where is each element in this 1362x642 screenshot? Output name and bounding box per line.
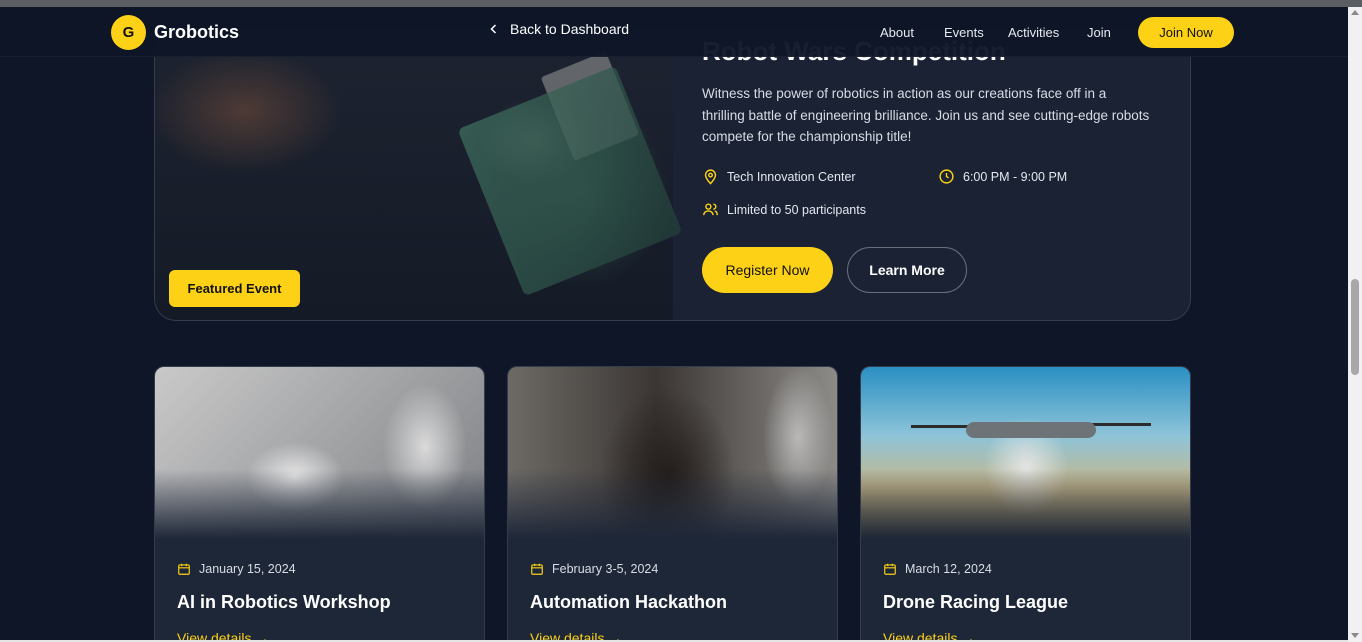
featured-event-description: Witness the power of robotics in action … — [702, 86, 1150, 144]
image-circuit-board — [457, 65, 683, 297]
scroll-up-icon[interactable] — [1351, 10, 1359, 15]
event-card-title: Automation Hackathon — [530, 592, 728, 612]
event-time: 6:00 PM - 9:00 PM — [938, 168, 1067, 185]
calendar-icon — [178, 563, 190, 575]
chevron-left-icon — [490, 24, 497, 34]
location-text: Tech Innovation Center — [727, 169, 856, 184]
event-card-image — [155, 367, 484, 539]
time-text: 6:00 PM - 9:00 PM — [963, 169, 1068, 184]
nav-link-events[interactable]: Events — [944, 25, 984, 40]
join-now-button[interactable]: Join Now — [1138, 17, 1234, 48]
scroll-down-icon[interactable] — [1351, 633, 1359, 638]
event-card-date: March 12, 2024 — [883, 562, 992, 576]
users-icon — [703, 203, 718, 216]
nav-link-about[interactable]: About — [880, 25, 914, 40]
featured-event-card: Featured Event Robot Wars Competition Wi… — [154, 30, 1191, 321]
learn-more-button[interactable]: Learn More — [847, 247, 967, 293]
vertical-scrollbar[interactable] — [1348, 7, 1362, 642]
calendar-icon — [884, 563, 896, 575]
event-date-text: February 3-5, 2024 — [552, 562, 659, 576]
nav-link-activities[interactable]: Activities — [1008, 25, 1059, 40]
back-link-label: Back to Dashboard — [510, 21, 630, 37]
event-card-image — [861, 367, 1190, 539]
event-date-text: March 12, 2024 — [905, 562, 992, 576]
featured-badge: Featured Event — [169, 270, 300, 307]
event-card-date: January 15, 2024 — [177, 562, 296, 576]
event-card[interactable]: March 12, 2024 Drone Racing League View … — [860, 366, 1191, 642]
event-location: Tech Innovation Center — [702, 168, 856, 185]
register-now-button[interactable]: Register Now — [702, 247, 833, 293]
brand-name[interactable]: Grobotics — [154, 22, 239, 43]
event-capacity: Limited to 50 participants — [702, 201, 866, 218]
event-card-title: AI in Robotics Workshop — [177, 592, 391, 612]
calendar-icon — [531, 563, 543, 575]
drone-body — [966, 422, 1096, 438]
event-card[interactable]: February 3-5, 2024 Automation Hackathon … — [507, 366, 838, 642]
nav-link-join[interactable]: Join — [1087, 25, 1111, 40]
event-card-image — [508, 367, 837, 539]
back-to-dashboard-link[interactable]: Back to Dashboard — [488, 21, 629, 37]
scrollbar-thumb[interactable] — [1351, 279, 1359, 375]
browser-chrome-strip — [0, 0, 1362, 7]
clock-icon — [939, 169, 954, 184]
event-card[interactable]: January 15, 2024 AI in Robotics Workshop… — [154, 366, 485, 642]
event-card-title: Drone Racing League — [883, 592, 1069, 612]
logo-icon[interactable]: G — [111, 15, 146, 50]
event-card-date: February 3-5, 2024 — [530, 562, 658, 576]
top-navbar: G Grobotics Back to Dashboard About Even… — [0, 7, 1348, 57]
capacity-text: Limited to 50 participants — [727, 202, 866, 217]
event-date-text: January 15, 2024 — [199, 562, 296, 576]
map-pin-icon — [704, 169, 717, 185]
